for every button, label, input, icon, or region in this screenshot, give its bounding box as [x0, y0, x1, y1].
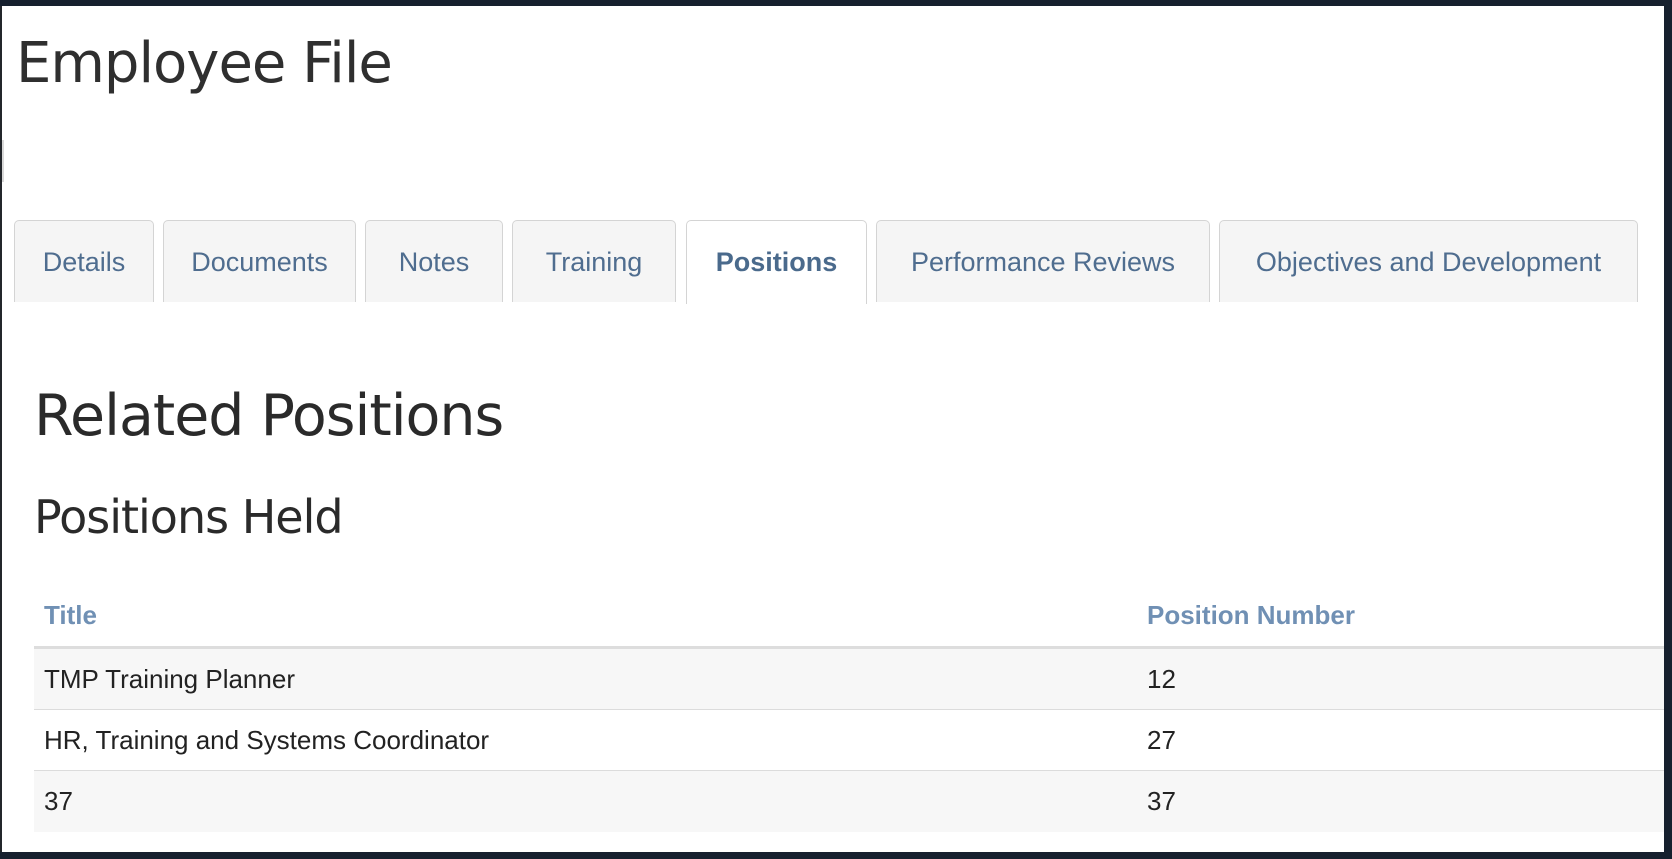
focus-caret-mark — [2, 140, 4, 182]
tab-documents[interactable]: Documents — [163, 220, 356, 302]
section-title: Related Positions — [34, 383, 504, 449]
column-header-position-number[interactable]: Position Number — [1147, 584, 1355, 646]
page-title: Employee File — [16, 31, 393, 96]
column-header-title[interactable]: Title — [44, 584, 97, 646]
cell-title: TMP Training Planner — [44, 664, 295, 694]
tab-objectives-and-development[interactable]: Objectives and Development — [1219, 220, 1638, 302]
tab-notes[interactable]: Notes — [365, 220, 503, 302]
cell-title: 37 — [44, 786, 73, 816]
tab-bar: Details Documents Notes Training Positio… — [14, 220, 1664, 304]
left-edge-divider — [0, 6, 2, 852]
tab-performance-reviews[interactable]: Performance Reviews — [876, 220, 1210, 302]
cell-position-number: 37 — [1147, 786, 1176, 816]
table-row: 37 37 — [34, 771, 1664, 832]
table-row: TMP Training Planner 12 — [34, 649, 1664, 710]
tab-details[interactable]: Details — [14, 220, 154, 302]
cell-position-number: 12 — [1147, 664, 1176, 694]
subsection-title: Positions Held — [34, 490, 344, 544]
page-frame: Employee File Details Documents Notes Tr… — [0, 6, 1664, 852]
tab-positions[interactable]: Positions — [686, 220, 867, 304]
tab-training[interactable]: Training — [512, 220, 676, 302]
table-row: HR, Training and Systems Coordinator 27 — [34, 710, 1664, 771]
cell-position-number: 27 — [1147, 725, 1176, 755]
table-header: Title Position Number — [34, 584, 1664, 649]
positions-table: Title Position Number TMP Training Plann… — [34, 584, 1664, 832]
cell-title: HR, Training and Systems Coordinator — [44, 725, 490, 755]
